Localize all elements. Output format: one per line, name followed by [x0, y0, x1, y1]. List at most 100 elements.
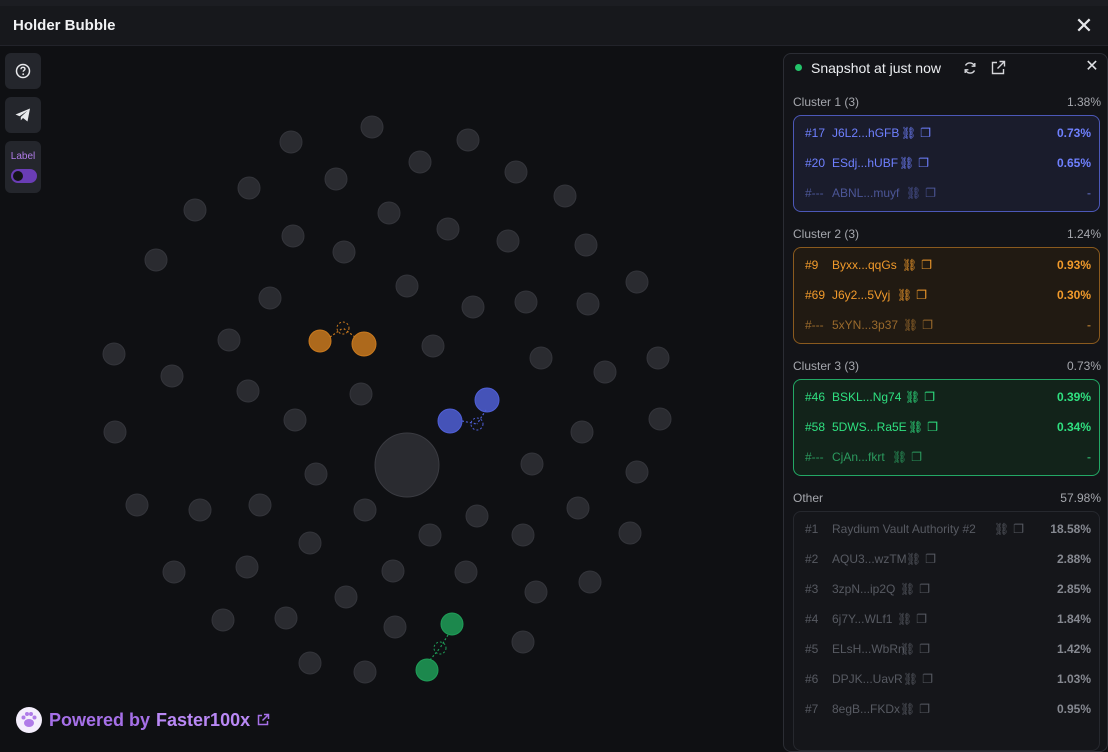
holder-row[interactable]: #--- CjAn...fkrt ⛓ ❐ - [794, 447, 1101, 467]
holder-address[interactable]: 8egB...FKDx [832, 702, 900, 716]
holder-row[interactable]: #2 AQU3...wzTM ⛓ ❐ 2.88% [794, 549, 1101, 569]
copy-icon[interactable]: ❐ [922, 672, 933, 686]
copy-icon[interactable]: ❐ [916, 612, 927, 626]
brand-link[interactable]: Faster100x [156, 710, 250, 731]
holder-bubble[interactable] [514, 290, 538, 314]
holder-bubble[interactable] [408, 150, 432, 174]
link-icon[interactable]: ⛓ [897, 612, 912, 626]
external-link-icon[interactable] [256, 713, 270, 727]
panel-close-icon[interactable]: ✕ [1083, 58, 1101, 76]
label-toggle[interactable] [11, 169, 37, 183]
holder-address[interactable]: Raydium Vault Authority #2 [832, 522, 976, 536]
holder-bubble[interactable] [570, 420, 594, 444]
copy-icon[interactable]: ❐ [925, 552, 936, 566]
holder-bubble[interactable] [576, 292, 600, 316]
holder-bubble[interactable] [183, 198, 207, 222]
holder-row[interactable]: #58 5DWS...Ra5E ⛓ ❐ 0.34% [794, 417, 1101, 437]
holder-address[interactable]: DPJK...UavR [832, 672, 903, 686]
holder-bubble[interactable] [279, 130, 303, 154]
holder-bubble[interactable] [102, 342, 126, 366]
holder-row[interactable]: #6 DPJK...UavR ⛓ ❐ 1.03% [794, 669, 1101, 689]
holder-bubble[interactable] [524, 580, 548, 604]
holder-bubble[interactable] [504, 160, 528, 184]
holder-bubble[interactable] [511, 523, 535, 547]
holder-bubble[interactable] [437, 408, 463, 434]
holder-bubble[interactable] [281, 224, 305, 248]
holder-bubble[interactable] [415, 658, 439, 682]
holder-bubble[interactable] [625, 460, 649, 484]
link-icon[interactable]: ⛓ [900, 582, 915, 596]
copy-icon[interactable]: ❐ [916, 288, 927, 302]
holder-bubble[interactable] [236, 379, 260, 403]
holder-row[interactable]: #4 6j7Y...WLf1 ⛓ ❐ 1.84% [794, 609, 1101, 629]
holder-bubble[interactable] [618, 521, 642, 545]
holder-bubble[interactable] [274, 606, 298, 630]
holder-bubble[interactable] [454, 560, 478, 584]
holder-bubble[interactable] [574, 233, 598, 257]
link-icon[interactable]: ⛓ [892, 450, 907, 464]
link-icon[interactable]: ⛓ [899, 156, 914, 170]
holder-bubble[interactable] [188, 498, 212, 522]
holder-bubble[interactable] [308, 329, 332, 353]
holder-bubble[interactable] [125, 493, 149, 517]
copy-icon[interactable]: ❐ [919, 582, 930, 596]
holder-address[interactable]: ABNL...muyf [832, 186, 899, 200]
copy-icon[interactable]: ❐ [927, 420, 938, 434]
holder-bubble[interactable] [304, 462, 328, 486]
link-icon[interactable]: ⛓ [902, 258, 917, 272]
copy-icon[interactable]: ❐ [919, 702, 930, 716]
holder-address[interactable]: J6L2...hGFB [832, 126, 899, 140]
holder-bubble[interactable] [374, 432, 440, 498]
holder-row[interactable]: #20 ESdj...hUBF ⛓ ❐ 0.65% [794, 153, 1101, 173]
holder-bubble[interactable] [283, 408, 307, 432]
holder-bubble[interactable] [440, 612, 464, 636]
holder-bubble[interactable] [160, 364, 184, 388]
holder-bubble[interactable] [520, 452, 544, 476]
holder-address[interactable]: ELsH...WbRn [832, 642, 905, 656]
copy-icon[interactable]: ❐ [924, 390, 935, 404]
holder-bubble[interactable] [377, 201, 401, 225]
holder-bubble[interactable] [298, 651, 322, 675]
holder-bubble[interactable] [258, 286, 282, 310]
link-icon[interactable]: ⛓ [905, 390, 920, 404]
holder-bubble[interactable] [566, 496, 590, 520]
holder-row[interactable]: #--- 5xYN...3p37 ⛓ ❐ - [794, 315, 1101, 335]
copy-icon[interactable]: ❐ [922, 318, 933, 332]
help-button[interactable] [5, 53, 41, 89]
holder-row[interactable]: #1 Raydium Vault Authority #2 ⛓ ❐ 18.58% [794, 519, 1101, 539]
link-icon[interactable]: ⛓ [906, 552, 921, 566]
holder-bubble[interactable] [383, 615, 407, 639]
link-icon[interactable]: ⛓ [901, 126, 916, 140]
holder-bubble[interactable] [144, 248, 168, 272]
holder-bubble[interactable] [248, 493, 272, 517]
link-icon[interactable]: ⛓ [900, 642, 915, 656]
holder-bubble[interactable] [353, 660, 377, 684]
holder-bubble[interactable] [461, 295, 485, 319]
holder-address[interactable]: ESdj...hUBF [832, 156, 898, 170]
holder-bubble[interactable] [646, 346, 670, 370]
holder-address[interactable]: 3zpN...ip2Q [832, 582, 895, 596]
holder-address[interactable]: J6y2...5Vyj [832, 288, 890, 302]
holder-bubble[interactable] [351, 331, 377, 357]
holder-bubble[interactable] [332, 240, 356, 264]
link-icon[interactable]: ⛓ [994, 522, 1009, 536]
holder-row[interactable]: #7 8egB...FKDx ⛓ ❐ 0.95% [794, 699, 1101, 719]
holder-bubble[interactable] [237, 176, 261, 200]
holder-bubble[interactable] [648, 407, 672, 431]
holder-bubble[interactable] [334, 585, 358, 609]
holder-bubble[interactable] [421, 334, 445, 358]
holder-address[interactable]: AQU3...wzTM [832, 552, 907, 566]
copy-icon[interactable]: ❐ [919, 642, 930, 656]
holder-bubble[interactable] [162, 560, 186, 584]
holder-bubble[interactable] [298, 531, 322, 555]
close-icon[interactable]: ✕ [1072, 14, 1096, 38]
holder-row[interactable]: #46 BSKL...Ng74 ⛓ ❐ 0.39% [794, 387, 1101, 407]
holder-address[interactable]: CjAn...fkrt [832, 450, 885, 464]
copy-icon[interactable]: ❐ [920, 126, 931, 140]
copy-icon[interactable]: ❐ [1013, 522, 1024, 536]
holder-bubble[interactable] [418, 523, 442, 547]
holder-address[interactable]: 5DWS...Ra5E [832, 420, 907, 434]
copy-icon[interactable]: ❐ [921, 258, 932, 272]
bubble-map[interactable] [0, 46, 780, 752]
holder-bubble[interactable] [456, 128, 480, 152]
